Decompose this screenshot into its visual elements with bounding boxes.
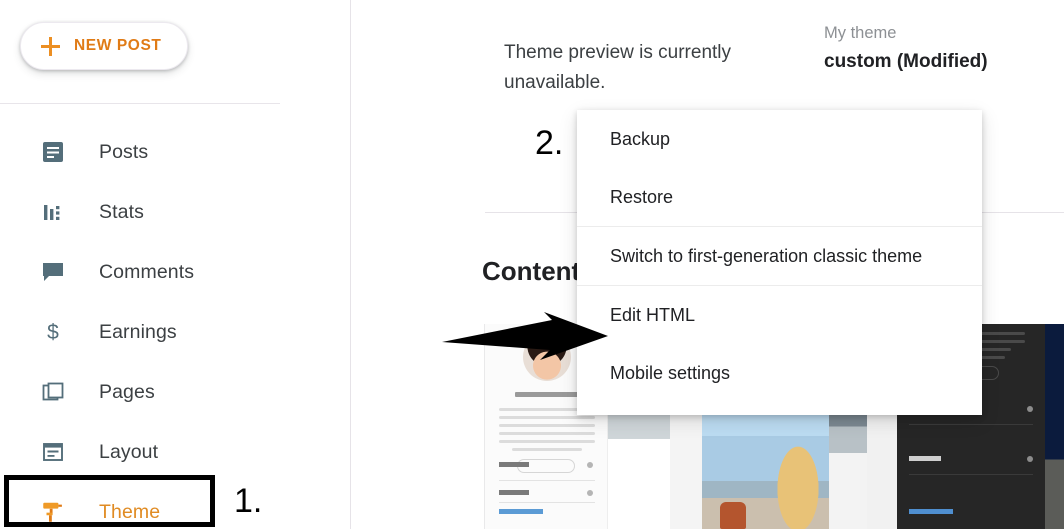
new-post-button-wrap: NEW POST: [20, 22, 189, 70]
chevron-down-icon: [587, 490, 593, 496]
posts-icon: [40, 139, 66, 165]
pages-icon: [40, 379, 66, 405]
sidebar-item-label: Layout: [99, 440, 159, 463]
sidebar-item-stats[interactable]: Stats: [0, 182, 351, 242]
avatar: [523, 333, 571, 381]
content-heading: Content: [482, 256, 581, 286]
menu-item-label: Switch to first-generation classic theme: [610, 245, 923, 266]
sidebar: NEW POST Posts Stats Comments $ Earnings…: [0, 0, 351, 529]
sidebar-item-earnings[interactable]: $ Earnings: [0, 302, 351, 362]
menu-item-switch-classic-theme[interactable]: Switch to first-generation classic theme: [577, 227, 982, 285]
preview-report-link: [499, 509, 543, 514]
preview-divider: [499, 502, 595, 503]
new-post-button[interactable]: NEW POST: [20, 22, 189, 70]
preview-text-line: [499, 432, 595, 435]
theme-info: My theme custom (Modified): [824, 24, 988, 73]
preview-divider: [499, 480, 595, 481]
new-post-label: NEW POST: [74, 37, 162, 54]
annotation-step-1: 1.: [234, 482, 263, 520]
sidebar-item-label: Posts: [99, 140, 149, 163]
theme-preview-navy[interactable]: [1045, 324, 1064, 529]
preview-report-link: [909, 509, 953, 514]
sidebar-item-label: Pages: [99, 380, 155, 403]
preview-title-bar: [515, 392, 579, 397]
sidebar-item-comments[interactable]: Comments: [0, 242, 351, 302]
menu-item-backup[interactable]: Backup: [577, 110, 982, 168]
sidebar-nav: Posts Stats Comments $ Earnings Pages La…: [0, 122, 351, 529]
sidebar-item-theme[interactable]: Theme: [0, 482, 351, 529]
theme-name: custom (Modified): [824, 51, 988, 72]
menu-item-label: Restore: [610, 186, 674, 207]
preview-divider: [909, 474, 1033, 475]
theme-options-dropdown[interactable]: Backup Restore Switch to first-generatio…: [577, 110, 982, 415]
sidebar-item-label: Theme: [99, 500, 161, 523]
stats-icon: [40, 199, 66, 225]
menu-item-label: Backup: [610, 128, 671, 149]
sidebar-item-posts[interactable]: Posts: [0, 122, 351, 182]
menu-item-mobile-settings[interactable]: Mobile settings: [577, 344, 982, 402]
dollar-icon: $: [40, 319, 66, 345]
preview-text-line: [499, 440, 595, 443]
my-theme-label: My theme: [824, 24, 897, 42]
svg-text:$: $: [47, 321, 59, 344]
preview-text-line: [512, 448, 582, 451]
preview-archive-label: [499, 462, 529, 467]
sidebar-item-label: Stats: [99, 200, 144, 223]
chevron-down-icon: [1027, 456, 1033, 462]
menu-item-edit-html[interactable]: Edit HTML: [577, 286, 982, 344]
preview-labels-label: [499, 490, 529, 495]
menu-item-label: Edit HTML: [610, 304, 696, 325]
preview-labels-label: [909, 456, 941, 461]
blogger-theme-page: NEW POST Posts Stats Comments $ Earnings…: [0, 0, 1064, 529]
annotation-step-2: 2.: [535, 124, 564, 162]
paint-roller-icon: [40, 499, 66, 525]
menu-item-restore[interactable]: Restore: [577, 168, 982, 226]
chevron-down-icon: [1027, 406, 1033, 412]
preview-unavailable-message: Theme preview is currently unavailable.: [504, 42, 732, 93]
sidebar-divider: [0, 103, 280, 104]
sidebar-item-label: Earnings: [99, 320, 177, 343]
menu-item-label: Mobile settings: [610, 362, 731, 383]
preview-divider: [909, 424, 1033, 425]
sidebar-item-pages[interactable]: Pages: [0, 362, 351, 422]
chevron-down-icon: [587, 462, 593, 468]
preview-photo-object: [720, 502, 746, 529]
preview-text-line: [499, 416, 595, 419]
preview-text-line: [499, 424, 595, 427]
plus-icon: [41, 36, 60, 56]
sidebar-item-label: Comments: [99, 260, 195, 283]
sidebar-item-layout[interactable]: Layout: [0, 422, 351, 482]
layout-icon: [40, 439, 66, 465]
comments-icon: [40, 259, 66, 285]
